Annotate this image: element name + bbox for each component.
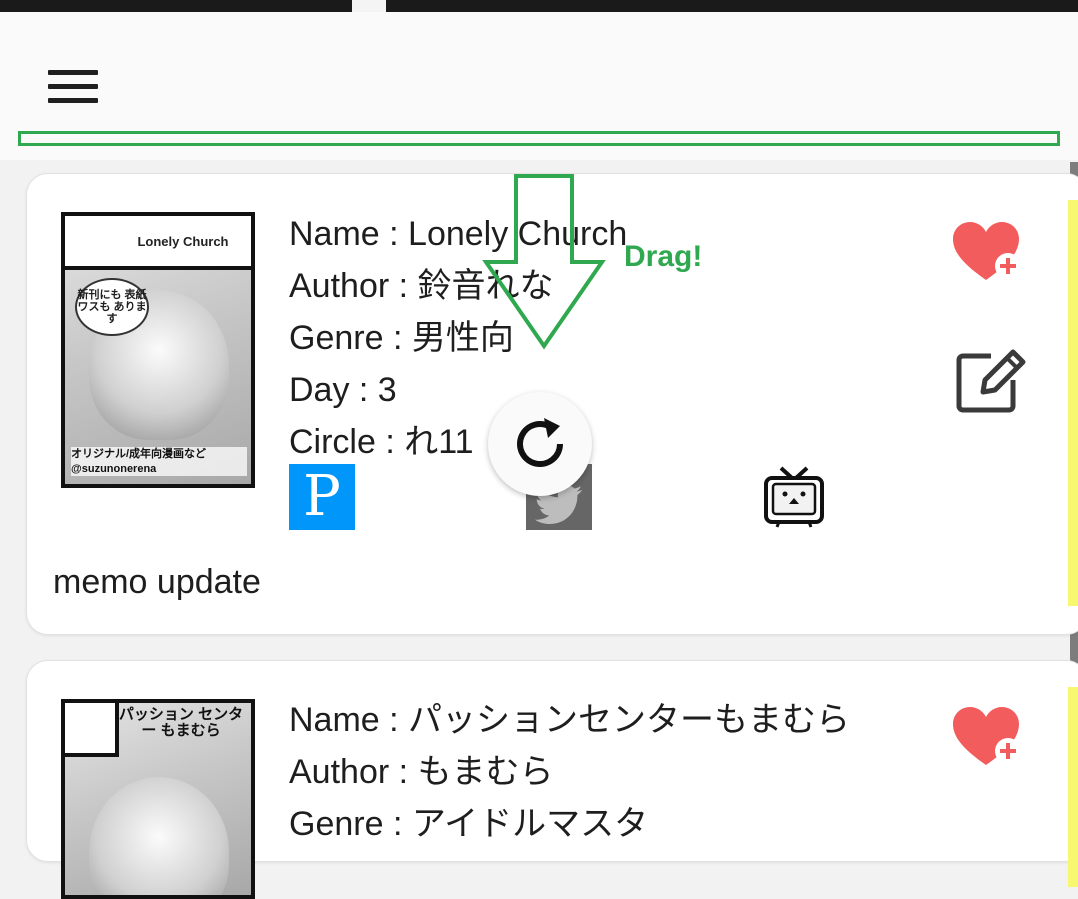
circle-info: Name : パッションセンターもまむら Author : もまむら Genre… [289, 694, 850, 850]
hamburger-menu-icon[interactable] [40, 62, 106, 114]
circle-author: Author : もまむら [289, 753, 554, 791]
drag-label: Drag! [624, 240, 703, 273]
circle-genre: Genre : アイドルマスタ [289, 805, 649, 843]
memo-text: memo update [53, 563, 261, 601]
cover-image[interactable]: Lonely Church 新刊にも 表紙ワスも あります オリジナル/成年向漫… [61, 212, 255, 488]
color-marker [1068, 687, 1078, 887]
check-box [65, 703, 119, 757]
status-indicator [352, 0, 386, 12]
pixiv-icon[interactable]: P [289, 464, 355, 530]
cover-caption: オリジナル/成年向漫画など @suzunonerena [71, 447, 247, 476]
drag-down-arrow [482, 174, 606, 350]
heart-plus-icon[interactable] [953, 222, 1023, 284]
app-bar [0, 12, 1078, 160]
circle-name: Name : パッションセンターもまむら [289, 701, 851, 739]
edit-icon[interactable] [955, 344, 1029, 414]
check-box [65, 216, 119, 270]
cover-title: パッション センター もまむら [118, 706, 244, 739]
cover-illustration [89, 777, 229, 895]
niconico-icon[interactable] [761, 464, 827, 530]
heart-plus-icon[interactable] [953, 707, 1023, 769]
circle-card[interactable]: パッション センター もまむら Name : パッションセンターもまむら Aut… [26, 660, 1078, 899]
refresh-icon[interactable] [488, 392, 592, 496]
color-marker [1068, 200, 1078, 606]
cover-speech-bubble: 新刊にも 表紙ワスも あります [75, 278, 149, 336]
drag-handle-highlight[interactable] [18, 131, 1060, 146]
cover-banner: Lonely Church [115, 216, 251, 270]
status-bar [0, 0, 1078, 12]
cover-image[interactable]: パッション センター もまむら [61, 699, 255, 899]
